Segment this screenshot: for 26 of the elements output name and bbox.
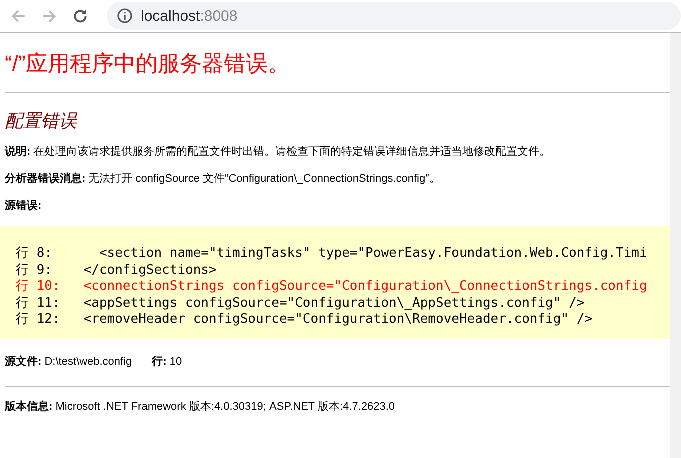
- source-file-path: D:\test\web.config: [44, 356, 132, 368]
- code-line: 行 12: <removeHeader configSource="Configuration\RemoveHeader.config" />: [16, 312, 594, 328]
- description-text: 在处理向该请求提供服务所需的配置文件时出错。请检查下面的特定错误详细信息并适当地修改配置文件。: [34, 146, 551, 158]
- url-host: localhost: [141, 8, 200, 24]
- version-text: Microsoft .NET Framework 版本:4.0.30319; ASP.NET 版本:4.7.2623.0: [56, 400, 396, 412]
- line-label: 行:: [152, 356, 167, 368]
- code-line: 行 9: </configSections>: [16, 262, 218, 279]
- address-bar[interactable]: localhost:8008: [107, 2, 681, 30]
- code-line: 行 11: <appSettings configSource="Configuration\_AppSettings.config" />: [16, 296, 586, 312]
- version-label: 版本信息:: [5, 400, 53, 412]
- forward-icon[interactable]: [41, 8, 58, 24]
- description-label: 说明:: [5, 146, 31, 158]
- reload-icon[interactable]: [72, 8, 89, 24]
- parser-message-label: 分析器错误消息:: [5, 173, 86, 185]
- scrollbar[interactable]: [670, 33, 681, 458]
- source-error-label: 源错误:: [5, 200, 42, 212]
- source-file-label: 源文件:: [5, 356, 42, 368]
- line-number: 10: [170, 356, 182, 368]
- code-line: 行 10: <connectionStrings configSource="Configuration\_ConnectionStrings.config: [16, 279, 648, 296]
- parser-message-text: 无法打开 configSource 文件“Configuration\_ConnectionStrings.config”。: [88, 173, 440, 185]
- page-title: “/”应用程序中的服务器错误。: [5, 51, 291, 77]
- back-icon[interactable]: [10, 8, 27, 24]
- url-port: :8008: [200, 8, 238, 24]
- code-line: 行 8: <section name="timingTasks" type="PowerEasy.Foundation.Web.Config.Timi: [16, 246, 648, 262]
- info-icon[interactable]: [117, 8, 133, 24]
- error-heading: 配置错误: [5, 110, 78, 132]
